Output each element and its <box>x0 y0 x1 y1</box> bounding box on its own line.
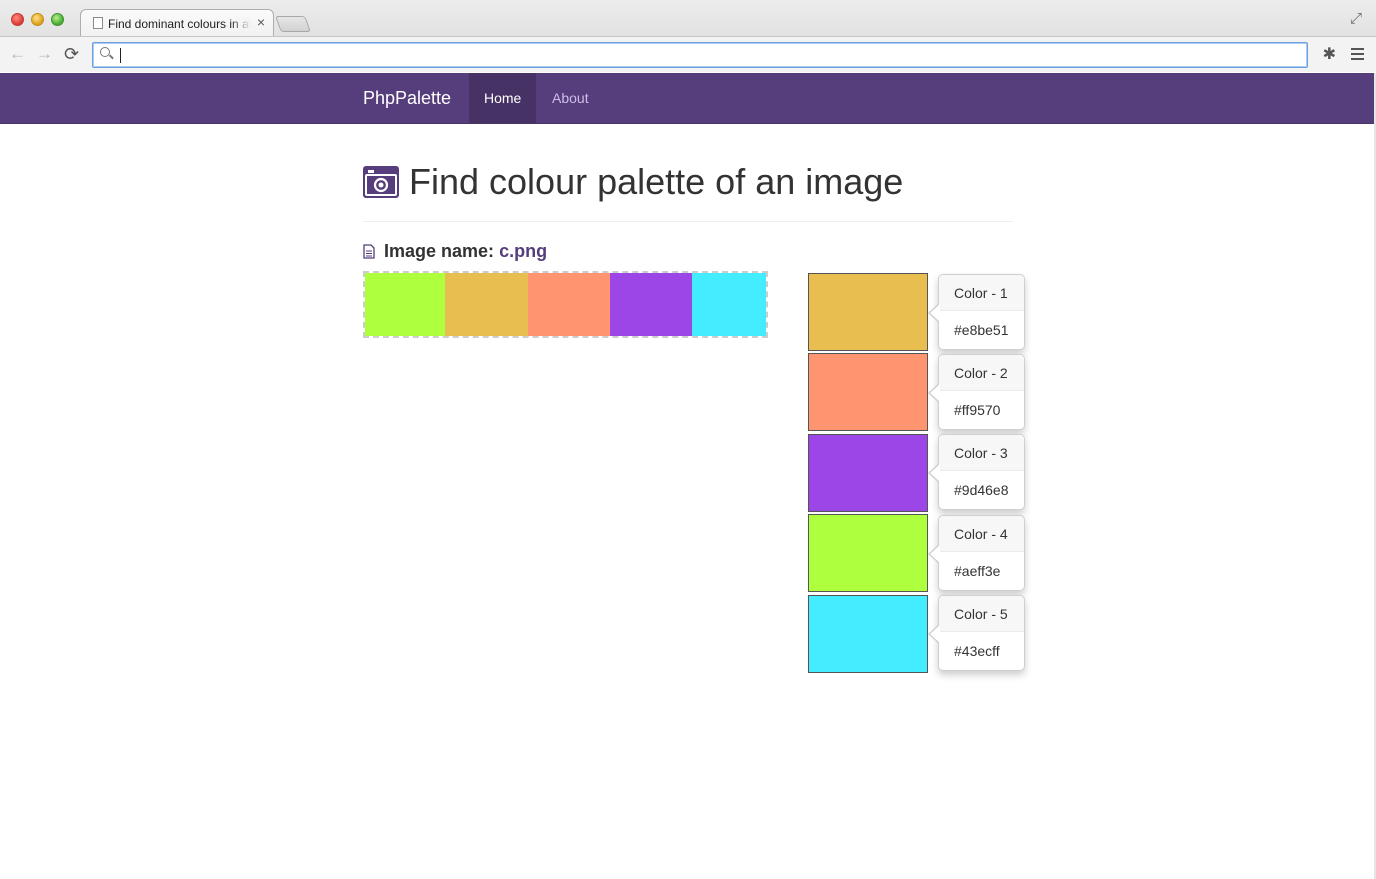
browser-titlebar: Find dominant colours in an image × ⤢ ← … <box>0 0 1376 72</box>
color-label: Color - 1 <box>939 275 1024 311</box>
extension-icon[interactable]: ✱ <box>1323 44 1336 64</box>
color-hex: #e8be51 <box>954 322 1009 338</box>
file-icon <box>363 244 375 259</box>
color-swatch <box>808 353 928 431</box>
color-hex: #ff9570 <box>954 402 1001 418</box>
color-label: Color - 4 <box>939 516 1024 552</box>
color-popover: Color - 1 #e8be51 <box>928 274 1025 350</box>
close-window-button[interactable] <box>11 13 24 26</box>
color-label: Color - 2 <box>939 355 1024 391</box>
page-title: Find colour palette of an image <box>409 161 904 202</box>
color-popover: Color - 5 #43ecff <box>928 595 1025 671</box>
new-tab-button[interactable] <box>275 16 311 32</box>
color-popover: Color - 3 #9d46e8 <box>928 434 1025 510</box>
image-name-label: Image name: <box>384 241 495 261</box>
color-hex: #43ecff <box>954 643 1000 659</box>
color-hex: #aeff3e <box>954 563 1001 579</box>
color-popover: Color - 4 #aeff3e <box>928 515 1025 591</box>
zoom-window-button[interactable] <box>51 13 64 26</box>
preview-color-block <box>692 273 766 336</box>
fullscreen-icon[interactable]: ⤢ <box>1350 10 1362 27</box>
nav-item-home[interactable]: Home <box>469 73 537 123</box>
tab-title: Find dominant colours in an image <box>108 17 251 31</box>
color-popover: Color - 2 #ff9570 <box>928 354 1025 430</box>
search-icon <box>100 47 110 57</box>
menu-icon[interactable] <box>1351 48 1364 60</box>
navbar-brand[interactable]: PhpPalette <box>363 88 451 109</box>
page-header: Find colour palette of an image <box>363 160 1013 222</box>
document-icon <box>93 17 103 29</box>
navbar: PhpPalette Home About <box>0 73 1376 124</box>
preview-color-block <box>365 273 445 336</box>
minimize-window-button[interactable] <box>31 13 44 26</box>
preview-color-block <box>528 273 610 336</box>
color-swatch <box>808 514 928 592</box>
reload-icon[interactable]: ⟳ <box>64 45 79 63</box>
image-file-link[interactable]: c.png <box>499 241 547 261</box>
image-name-row: Image name: c.png <box>363 241 547 262</box>
tab-close-icon[interactable]: × <box>257 14 265 30</box>
preview-color-block <box>445 273 528 336</box>
address-bar[interactable] <box>92 42 1308 68</box>
color-label: Color - 3 <box>939 435 1024 471</box>
nav-item-about[interactable]: About <box>537 73 604 123</box>
back-icon[interactable]: ← <box>9 45 26 63</box>
color-swatch <box>808 273 928 351</box>
color-swatch <box>808 595 928 673</box>
color-label: Color - 5 <box>939 596 1024 632</box>
color-hex: #9d46e8 <box>954 482 1009 498</box>
camera-icon <box>363 166 399 198</box>
preview-color-block <box>610 273 692 336</box>
text-caret <box>120 48 121 63</box>
forward-icon[interactable]: → <box>36 45 53 63</box>
browser-toolbar: ← → ⟳ ✱ <box>0 36 1376 72</box>
browser-tab[interactable]: Find dominant colours in an image × <box>80 9 274 36</box>
uploaded-image-preview <box>363 271 768 338</box>
color-swatch <box>808 434 928 512</box>
